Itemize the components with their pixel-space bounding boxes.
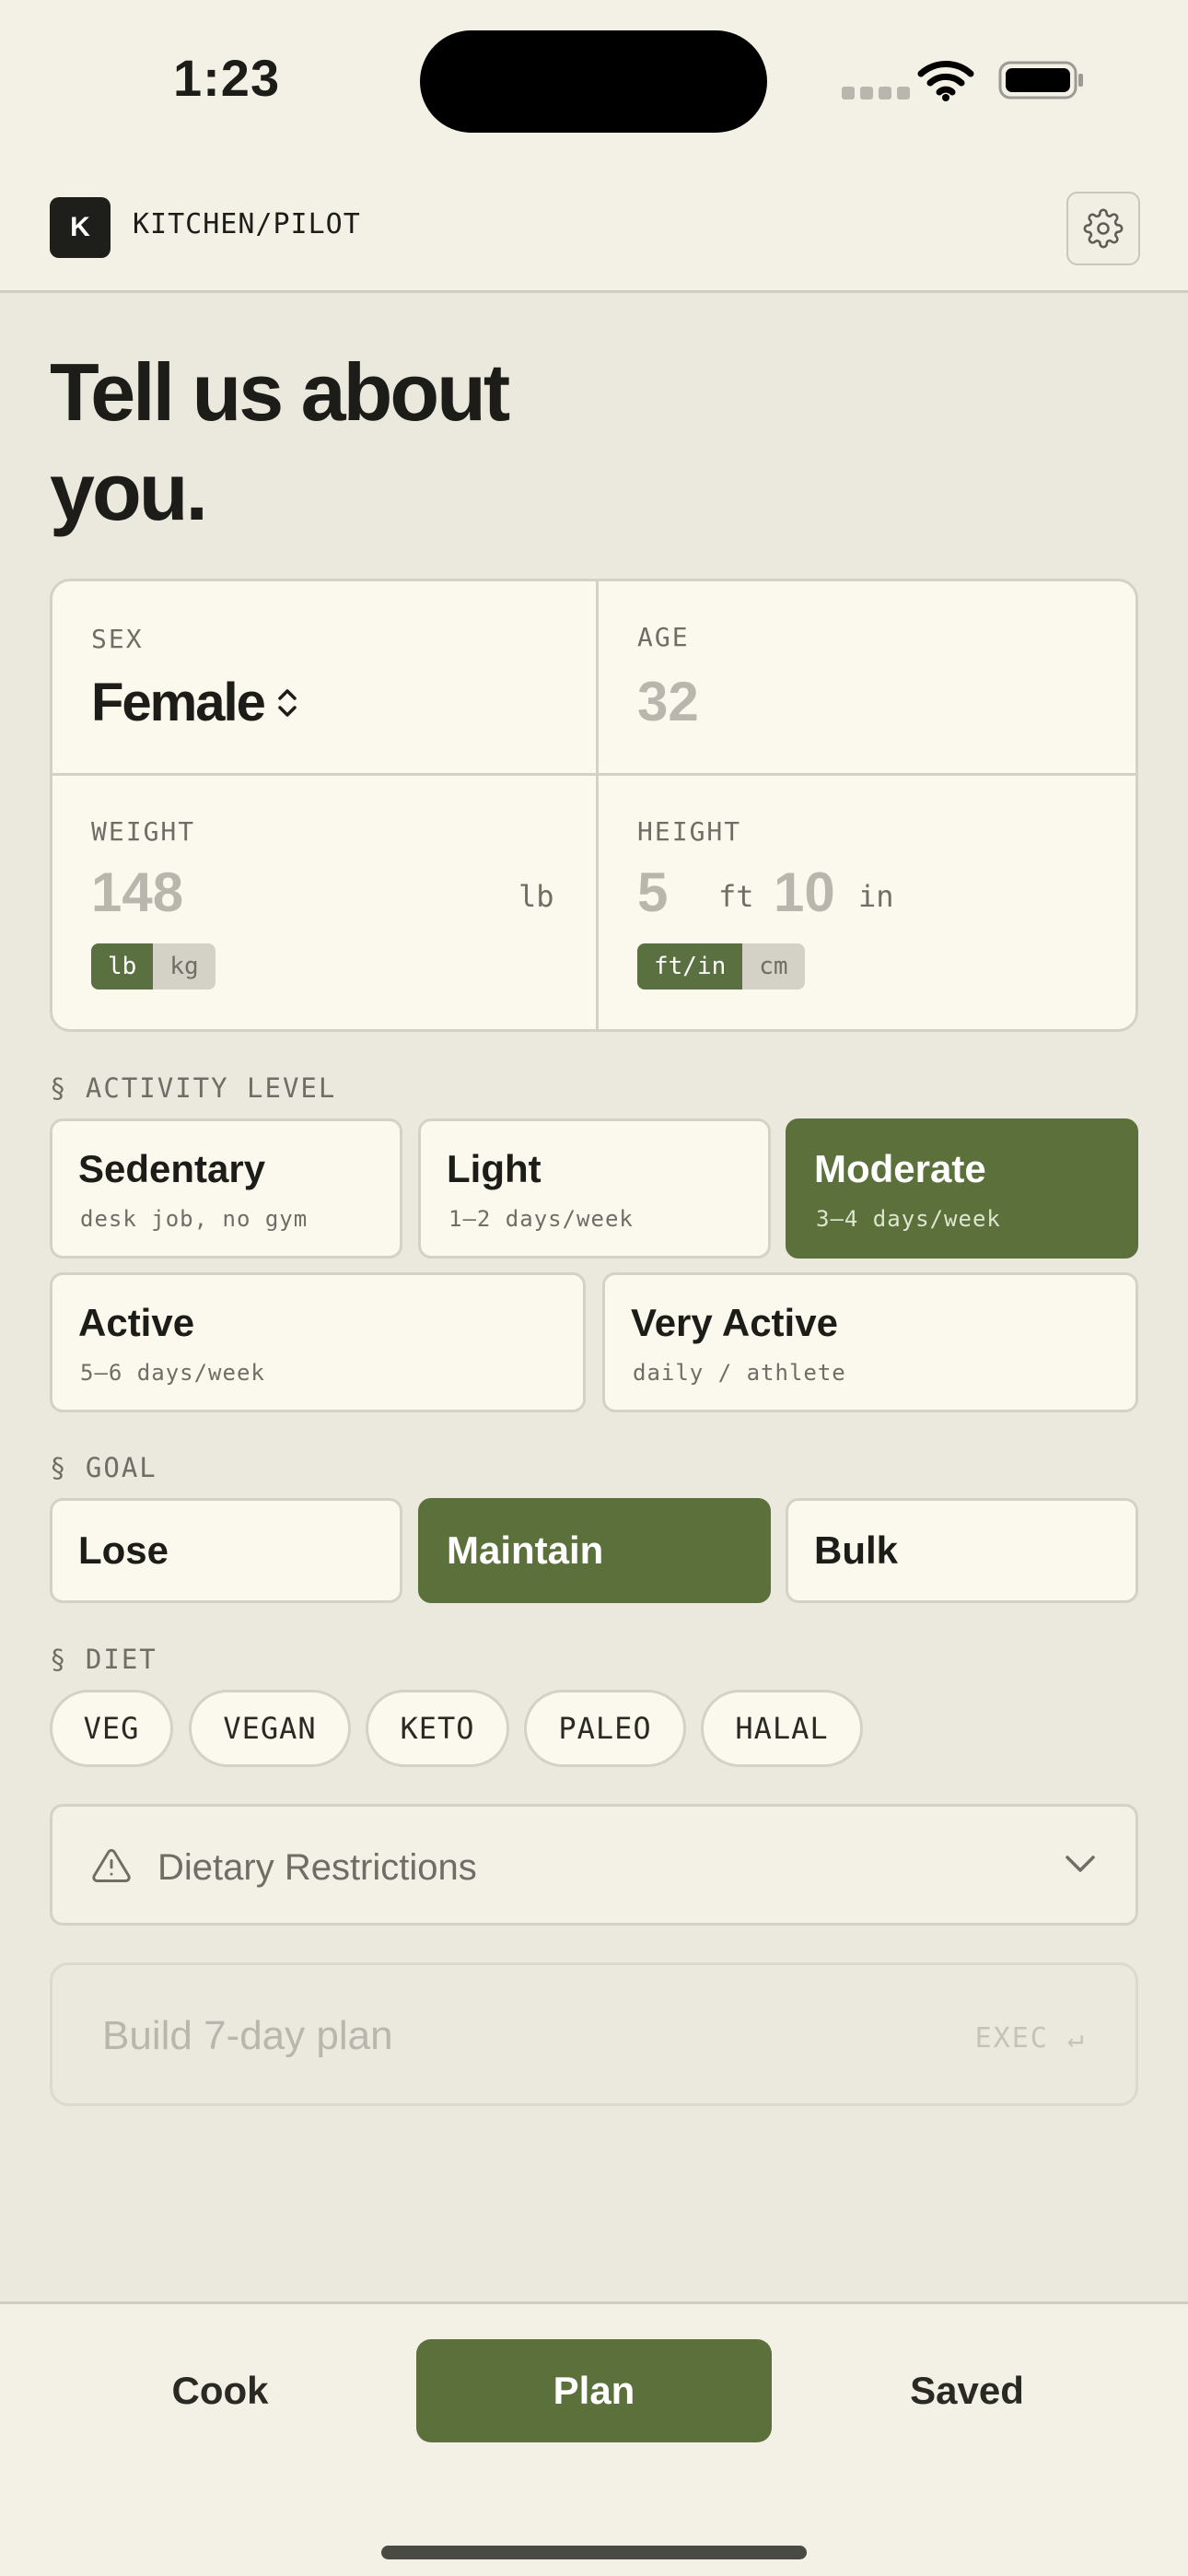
activity-option-sedentary[interactable]: Sedentary desk job, no gym xyxy=(50,1118,402,1259)
goal-option-maintain[interactable]: Maintain xyxy=(418,1498,771,1603)
home-indicator xyxy=(381,2546,807,2559)
sex-field[interactable]: SEX Female xyxy=(52,581,596,773)
diet-chip-keto[interactable]: KETO xyxy=(366,1690,509,1767)
gear-icon xyxy=(1083,208,1124,249)
height-feet-input: 5 xyxy=(637,861,669,923)
height-inches-unit: in xyxy=(858,879,894,914)
build-plan-button[interactable]: Build 7-day plan EXEC ↵ xyxy=(50,1962,1138,2106)
warning-icon xyxy=(92,1849,131,1882)
activity-option-light[interactable]: Light 1–2 days/week xyxy=(418,1118,771,1259)
weight-unit-kg[interactable]: kg xyxy=(153,943,215,989)
wifi-icon xyxy=(917,61,974,101)
battery-icon xyxy=(998,61,1083,100)
profile-card: SEX Female AGE 32 WEIGHT 148 lb lb kg HE… xyxy=(50,579,1138,1032)
page-title: Tell us about you. xyxy=(50,346,510,537)
activity-option-moderate[interactable]: Moderate 3–4 days/week xyxy=(786,1118,1138,1259)
age-input: 32 xyxy=(637,671,699,732)
activity-option-very-active[interactable]: Very Active daily / athlete xyxy=(602,1272,1138,1412)
goal-section-label: § GOAL xyxy=(50,1452,157,1483)
activity-option-title: Sedentary xyxy=(78,1147,266,1190)
diet-chip-veg[interactable]: VEG xyxy=(50,1690,173,1767)
height-field[interactable]: HEIGHT 5 ft 10 in ft/in cm xyxy=(599,776,1136,1029)
age-label: AGE xyxy=(637,622,690,652)
dietary-restrictions-label: Dietary Restrictions xyxy=(157,1847,477,1888)
activity-section-label: § ACTIVITY LEVEL xyxy=(50,1072,337,1104)
app-name: KITCHEN/PILOT xyxy=(133,208,361,240)
diet-chip-paleo[interactable]: PALEO xyxy=(524,1690,686,1767)
weight-input: 148 xyxy=(91,861,184,923)
chevron-down-icon xyxy=(1066,1856,1095,1872)
height-label: HEIGHT xyxy=(637,816,742,847)
activity-option-subtitle: desk job, no gym xyxy=(80,1206,309,1232)
goal-option-label: Lose xyxy=(78,1528,169,1572)
weight-unit-toggle: lb kg xyxy=(91,943,215,989)
weight-unit-lb[interactable]: lb xyxy=(91,943,154,989)
goal-option-label: Bulk xyxy=(814,1528,899,1572)
chevron-up-down-icon xyxy=(278,689,297,717)
sex-value: Female xyxy=(91,673,266,732)
goal-option-bulk[interactable]: Bulk xyxy=(786,1498,1138,1603)
activity-option-title: Light xyxy=(447,1147,542,1190)
dietary-restrictions-dropdown[interactable]: Dietary Restrictions xyxy=(50,1804,1138,1926)
app-header: K KITCHEN/PILOT xyxy=(0,157,1188,293)
weight-unit: lb xyxy=(518,879,554,914)
build-plan-label: Build 7-day plan xyxy=(102,2013,393,2058)
diet-chip-halal[interactable]: HALAL xyxy=(701,1690,863,1767)
diet-section-label: § DIET xyxy=(50,1644,157,1675)
goal-option-label: Maintain xyxy=(447,1528,604,1572)
activity-option-subtitle: 5–6 days/week xyxy=(80,1360,265,1386)
activity-option-title: Moderate xyxy=(814,1147,986,1190)
activity-option-subtitle: daily / athlete xyxy=(633,1360,846,1386)
age-field[interactable]: AGE 32 xyxy=(599,581,1136,773)
weight-field[interactable]: WEIGHT 148 lb lb kg xyxy=(52,776,596,1029)
goal-option-lose[interactable]: Lose xyxy=(50,1498,402,1603)
dynamic-island xyxy=(420,30,767,133)
weight-label: WEIGHT xyxy=(91,816,196,847)
settings-button[interactable] xyxy=(1066,192,1140,265)
activity-option-title: Very Active xyxy=(631,1301,838,1344)
tab-bar: Cook Plan Saved xyxy=(0,2301,1188,2576)
build-plan-hint: EXEC ↵ xyxy=(974,2022,1086,2055)
activity-option-subtitle: 3–4 days/week xyxy=(816,1206,1001,1232)
height-unit-toggle: ft/in cm xyxy=(637,943,805,989)
height-unit-cm[interactable]: cm xyxy=(742,943,805,989)
sex-label: SEX xyxy=(91,624,144,654)
cellular-signal-icon xyxy=(842,87,915,104)
activity-option-subtitle: 1–2 days/week xyxy=(448,1206,634,1232)
app-logo: K xyxy=(50,197,111,258)
diet-chip-vegan[interactable]: VEGAN xyxy=(189,1690,351,1767)
height-inches-input: 10 xyxy=(774,861,835,923)
height-unit-ftin[interactable]: ft/in xyxy=(637,943,743,989)
tab-cook[interactable]: Cook xyxy=(42,2339,398,2442)
tab-saved[interactable]: Saved xyxy=(789,2339,1145,2442)
status-bar: 1:23 xyxy=(0,0,1188,157)
activity-option-active[interactable]: Active 5–6 days/week xyxy=(50,1272,586,1412)
height-feet-unit: ft xyxy=(718,879,754,914)
tab-plan[interactable]: Plan xyxy=(416,2339,772,2442)
activity-option-title: Active xyxy=(78,1301,195,1344)
status-time: 1:23 xyxy=(173,49,281,107)
